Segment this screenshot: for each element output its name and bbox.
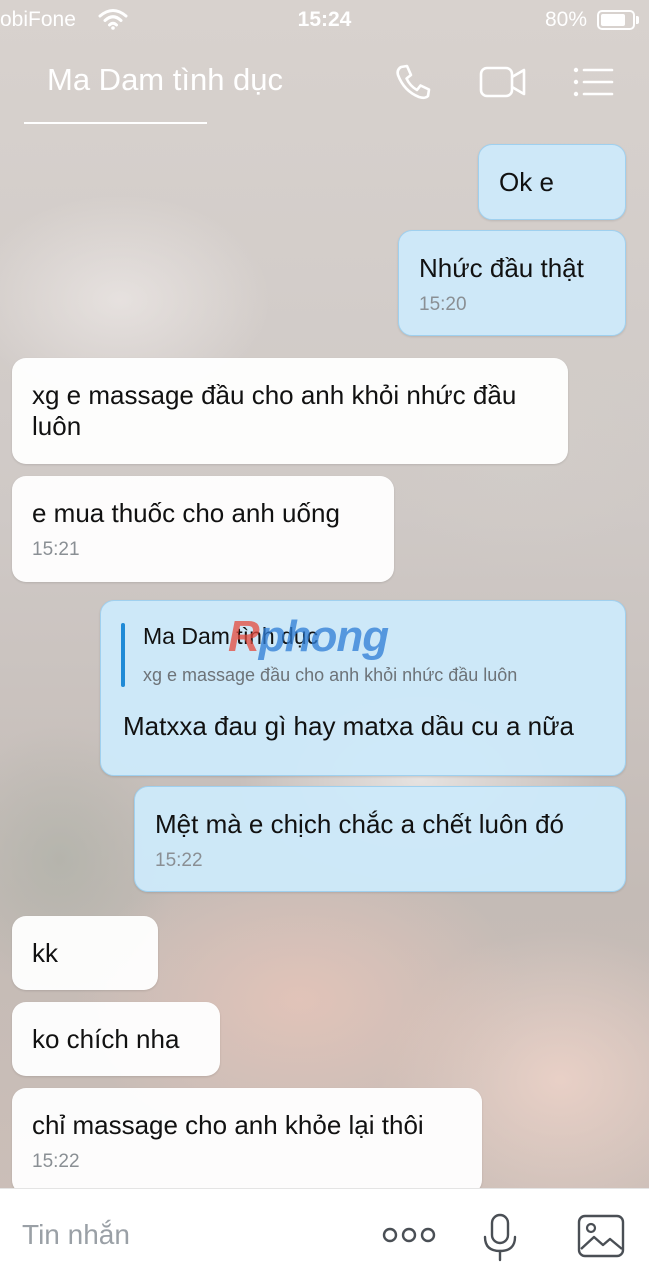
quoted-message[interactable]: xg e massage đầu cho anh khỏi nhức đầu l…	[143, 665, 517, 686]
message-incoming[interactable]: chỉ massage cho anh khỏe lại thôi 15:22	[12, 1088, 482, 1194]
phone-icon[interactable]	[392, 62, 434, 107]
microphone-icon[interactable]	[480, 1213, 520, 1268]
message-text: ko chích nha	[32, 1024, 180, 1054]
chat-header: Ma Dam tình dục	[0, 48, 649, 128]
message-text-line: luôn	[32, 411, 82, 441]
message-time: 15:22	[155, 850, 203, 871]
chat-title[interactable]: Ma Dam tình dục	[47, 62, 283, 98]
message-text: chỉ massage cho anh khỏe lại thôi	[32, 1110, 424, 1140]
message-outgoing[interactable]: Mệt mà e chịch chắc a chết luôn đó 15:22	[134, 786, 626, 892]
battery-percentage: 80%	[544, 8, 587, 31]
message-incoming[interactable]: kk	[12, 916, 158, 990]
message-time: 15:20	[419, 294, 467, 315]
message-outgoing[interactable]: Nhức đầu thật 15:20	[398, 230, 626, 336]
watermark-logo: Rphong	[228, 612, 389, 661]
message-incoming[interactable]: e mua thuốc cho anh uống 15:21	[12, 476, 394, 582]
battery-icon	[597, 10, 639, 30]
more-icon[interactable]	[382, 1225, 436, 1250]
message-text: e mua thuốc cho anh uống	[32, 498, 340, 528]
message-outgoing[interactable]: Ok e	[478, 144, 626, 220]
title-underline	[24, 122, 207, 124]
image-icon[interactable]	[576, 1213, 626, 1264]
video-camera-icon[interactable]	[478, 62, 528, 107]
message-text: Mệt mà e chịch chắc a chết luôn đó	[155, 809, 565, 839]
message-text: Ok e	[499, 167, 554, 197]
status-bar: obiFone 15:24 80%	[0, 0, 649, 40]
message-incoming[interactable]: ko chích nha	[12, 1002, 220, 1076]
message-time: 15:21	[32, 539, 80, 560]
message-text-line: xg e massage đầu cho anh khỏi nhức đầu	[32, 380, 517, 410]
message-text: kk	[32, 938, 58, 968]
message-input[interactable]: Tin nhắn	[22, 1219, 130, 1251]
message-text: Nhức đầu thật	[419, 253, 584, 283]
message-incoming[interactable]: xg e massage đầu cho anh khỏi nhức đầu l…	[12, 358, 568, 464]
menu-icon[interactable]	[572, 62, 614, 107]
message-text: Matxxa đau gì hay matxa dầu cu a nữa	[123, 711, 575, 741]
quote-bar	[121, 623, 125, 687]
message-input-bar: Tin nhắn	[0, 1188, 649, 1281]
message-time: 15:22	[32, 1151, 80, 1172]
